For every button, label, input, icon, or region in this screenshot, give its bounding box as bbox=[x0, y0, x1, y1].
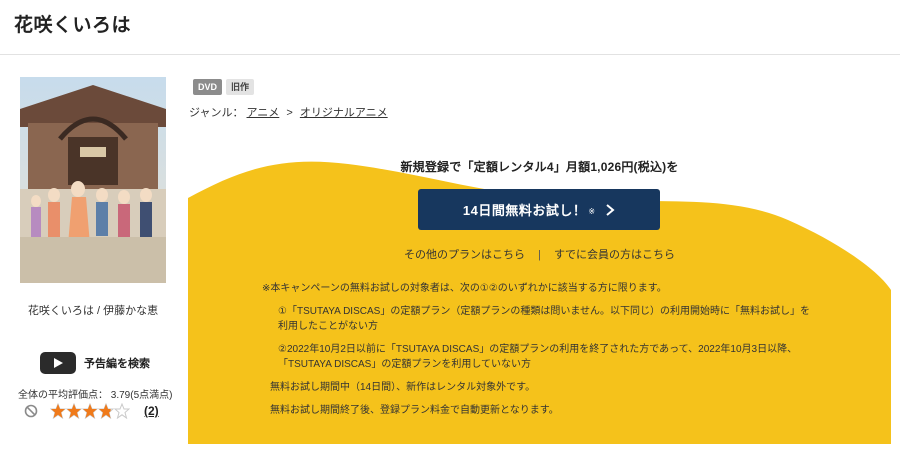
star-icon bbox=[66, 403, 82, 419]
campaign-notes: ※本キャンペーンの無料お試しの対象者は、次の①②のいずれかに該当する方に限ります… bbox=[262, 281, 862, 426]
trailer-label: 予告編を検索 bbox=[84, 358, 150, 370]
eligibility-item-2-line-1: ②2022年10月2日以前に「TSUTAYA DISCAS」の定額プランの利用を… bbox=[278, 344, 798, 355]
star-icon bbox=[50, 403, 66, 419]
page-title: 花咲くいろは bbox=[14, 15, 132, 36]
members-login-link[interactable]: すでに会員の方はこちら bbox=[554, 249, 675, 261]
play-icon bbox=[40, 352, 76, 374]
trial-period-note: 無料お試し期間中（14日間）、新作はレンタル対象外です。 bbox=[270, 382, 536, 393]
format-badges: DVD 旧作 bbox=[193, 79, 255, 95]
eligibility-item-2: ②2022年10月2日以前に「TSUTAYA DISCAS」の定額プランの利用を… bbox=[262, 342, 862, 372]
star-icon bbox=[114, 403, 130, 419]
genre-label: ジャンル： bbox=[189, 107, 244, 119]
average-rating: 全体の平均評価点： 3.79(5点満点) bbox=[18, 390, 173, 401]
title-divider bbox=[0, 54, 900, 55]
trial-button-label: 14日間無料お試し！ bbox=[462, 203, 587, 218]
cover-image[interactable] bbox=[20, 77, 166, 283]
trial-button-note-mark: ※ bbox=[588, 207, 596, 216]
eligibility-item-1-line-2: 利用したことがない方 bbox=[278, 321, 378, 332]
genre-breadcrumb: ジャンル： アニメ > オリジナルアニメ bbox=[189, 104, 388, 120]
other-plans-link[interactable]: その他のプランはこちら bbox=[404, 249, 525, 261]
eligibility-item-1-line-1: ①「TSUTAYA DISCAS」の定額プラン（定額プランの種類は問いません。以… bbox=[278, 306, 811, 317]
cover-caption: 花咲くいろは / 伊藤かな恵 bbox=[27, 305, 159, 317]
free-trial-button[interactable]: 14日間無料お試し！ ※ bbox=[418, 189, 660, 230]
eligibility-item-2-line-2: 「TSUTAYA DISCAS」の定額プランを利用していない方 bbox=[278, 359, 532, 370]
star-rating bbox=[50, 403, 130, 419]
genre-link-anime[interactable]: アニメ bbox=[247, 107, 280, 119]
ban-icon[interactable] bbox=[24, 404, 38, 418]
promo-headline: 新規登録で「定額レンタル4」月額1,026円(税込)を bbox=[400, 160, 679, 174]
trailer-search-button[interactable]: 予告編を検索 bbox=[40, 352, 150, 374]
plan-links: その他のプランはこちら | すでに会員の方はこちら bbox=[188, 246, 891, 262]
star-icon bbox=[82, 403, 98, 419]
old-release-badge: 旧作 bbox=[226, 79, 255, 95]
campaign-eligibility-note: ※本キャンペーンの無料お試しの対象者は、次の①②のいずれかに該当する方に限ります… bbox=[262, 283, 667, 294]
chevron-right-icon bbox=[606, 203, 615, 216]
eligibility-item-1: ①「TSUTAYA DISCAS」の定額プラン（定額プランの種類は問いません。以… bbox=[262, 304, 862, 334]
star-icon bbox=[98, 403, 114, 419]
rating-row: (2) bbox=[24, 403, 159, 419]
auto-renew-note: 無料お試し期間終了後、登録プラン料金で自動更新となります。 bbox=[270, 405, 559, 416]
link-divider: | bbox=[538, 249, 541, 261]
review-count-link[interactable]: (2) bbox=[144, 404, 159, 418]
genre-separator: > bbox=[286, 107, 293, 119]
dvd-badge: DVD bbox=[193, 79, 223, 95]
genre-link-original-anime[interactable]: オリジナルアニメ bbox=[300, 107, 388, 119]
